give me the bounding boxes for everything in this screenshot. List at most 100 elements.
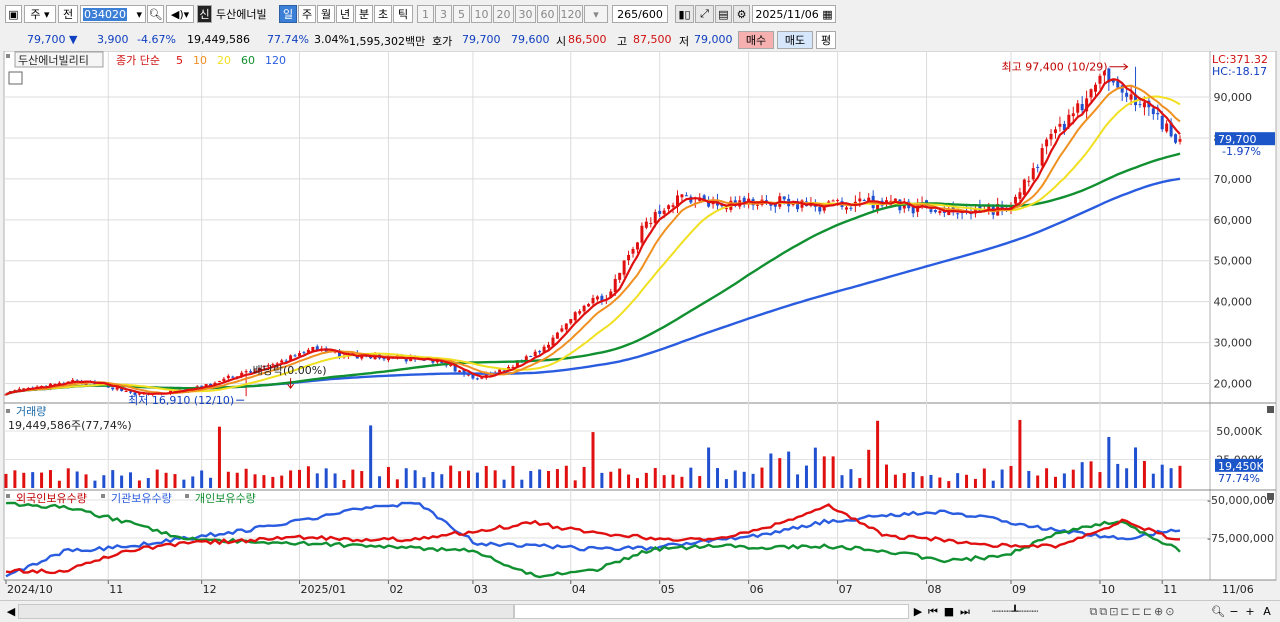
search-icon[interactable]: 🔍︎ bbox=[1211, 604, 1225, 619]
period-day[interactable]: 일 bbox=[279, 5, 297, 23]
volume-bar bbox=[742, 471, 746, 488]
candle-icon[interactable]: ▮▯ bbox=[675, 5, 694, 23]
chart-area[interactable]: 20,00030,00040,00050,00060,00070,00080,0… bbox=[0, 51, 1280, 600]
period-year[interactable]: 년 bbox=[336, 5, 354, 23]
high-label: 고 bbox=[617, 35, 628, 48]
candle-body bbox=[644, 221, 648, 228]
speaker-icon[interactable]: ◀)▾ bbox=[166, 5, 194, 23]
interval-60[interactable]: 60 bbox=[537, 5, 558, 23]
candle-body bbox=[1027, 180, 1031, 182]
forward-icon[interactable]: ⏭ bbox=[958, 604, 972, 619]
volume-bar bbox=[680, 476, 684, 488]
volume-bar bbox=[1116, 463, 1120, 488]
period-minute[interactable]: 분 bbox=[355, 5, 373, 23]
volume-last-pct: 77.74% bbox=[1218, 472, 1260, 485]
interval-120[interactable]: 120 bbox=[559, 5, 583, 23]
volume-bar bbox=[137, 480, 141, 488]
candle-body bbox=[831, 200, 835, 202]
stop-icon[interactable]: ■ bbox=[942, 604, 956, 619]
scrollbar-thumb[interactable] bbox=[514, 604, 909, 619]
candle-body bbox=[1156, 113, 1160, 115]
zoom-in-icon[interactable]: + bbox=[1244, 604, 1256, 619]
candle-body bbox=[618, 272, 622, 280]
volume-bar bbox=[840, 475, 844, 488]
zoom-slider[interactable]: ┈┈┈┸┈┈┈ bbox=[980, 604, 1050, 619]
volume-bar bbox=[1071, 469, 1075, 488]
volume-bar bbox=[644, 472, 648, 488]
candle-body bbox=[627, 254, 631, 261]
tool-icons[interactable]: ⧉⧉⊡⊏⊏⊏⊕⊙ bbox=[1058, 604, 1208, 619]
volume-bar bbox=[209, 477, 213, 488]
candle-body bbox=[640, 225, 644, 243]
window-icon[interactable]: ▣ bbox=[5, 5, 22, 23]
candle-body bbox=[938, 211, 942, 213]
period-tick[interactable]: 틱 bbox=[393, 5, 413, 23]
candle-body bbox=[849, 207, 853, 209]
volume-bar bbox=[13, 470, 17, 488]
volume-bar bbox=[111, 470, 115, 488]
scroll-left-icon[interactable]: ◀ bbox=[6, 604, 16, 619]
gear-icon[interactable]: ⚙ bbox=[733, 5, 750, 23]
save-icon[interactable]: ▤ bbox=[715, 5, 732, 23]
candle-body bbox=[933, 210, 937, 212]
interval-3[interactable]: 3 bbox=[435, 5, 452, 23]
x-tick-label: 2025/01 bbox=[301, 583, 347, 596]
volume-bar bbox=[600, 472, 604, 488]
buy-button[interactable]: 매수 bbox=[738, 31, 774, 49]
volume-bar bbox=[182, 479, 186, 488]
avg-button[interactable]: 평 bbox=[816, 31, 836, 49]
search-icon[interactable]: 🔍︎ bbox=[147, 5, 164, 23]
candle-body bbox=[1138, 104, 1142, 106]
rewind-icon[interactable]: ⏮ bbox=[926, 604, 940, 619]
volume-bar bbox=[618, 468, 622, 488]
zoom-out-icon[interactable]: − bbox=[1228, 604, 1240, 619]
volume-bar bbox=[787, 451, 791, 488]
volume-bar bbox=[938, 477, 942, 488]
holding-label-1: 기관보유수량 bbox=[111, 492, 172, 505]
period-week[interactable]: 주 bbox=[298, 5, 316, 23]
date-field[interactable]: 2025/11/06 ▦ bbox=[752, 5, 836, 23]
prev-button[interactable]: 전 bbox=[58, 5, 78, 23]
interval-30[interactable]: 30 bbox=[515, 5, 536, 23]
count-field[interactable]: 265/600 bbox=[612, 5, 668, 23]
interval-dropdown[interactable]: ▾ bbox=[584, 5, 608, 23]
y-tick-label: 60,000 bbox=[1214, 214, 1253, 227]
scrollbar-track[interactable] bbox=[18, 604, 514, 619]
interval-5[interactable]: 5 bbox=[453, 5, 470, 23]
volume-bar bbox=[1160, 464, 1164, 488]
volume-bar bbox=[831, 456, 835, 488]
candle-body bbox=[244, 371, 248, 373]
volume-bar bbox=[324, 468, 328, 488]
interval-20[interactable]: 20 bbox=[493, 5, 514, 23]
candle-body bbox=[582, 305, 586, 312]
font-size-icon[interactable]: A bbox=[1260, 604, 1274, 619]
interval-1[interactable]: 1 bbox=[417, 5, 434, 23]
volume-bar bbox=[422, 477, 426, 488]
volume-bar bbox=[164, 472, 168, 488]
x-axis: 2024/10 11 12 2025/01 02 03 04 05 06 07 08 09 10 11 11… bbox=[5, 580, 1254, 596]
volume-bar bbox=[1018, 419, 1022, 488]
period-month[interactable]: 월 bbox=[317, 5, 335, 23]
panel-close-icon bbox=[1267, 493, 1274, 500]
period-second[interactable]: 초 bbox=[374, 5, 392, 23]
interval-10[interactable]: 10 bbox=[471, 5, 492, 23]
volume-bar bbox=[289, 470, 293, 488]
mode-select[interactable]: 주 ▾ bbox=[24, 5, 56, 23]
play-icon[interactable]: ▶ bbox=[912, 604, 924, 619]
trade-amount: 1,595,302백만 bbox=[349, 35, 426, 48]
compare-icon[interactable]: ⤢ bbox=[695, 5, 714, 23]
volume-bar bbox=[129, 472, 133, 488]
stock-code-input[interactable]: 034020 ▾ bbox=[80, 5, 146, 23]
volume-bar bbox=[226, 471, 230, 488]
volume-bar bbox=[991, 480, 995, 488]
volume-bar bbox=[1098, 472, 1102, 488]
holding-label-0: 외국인보유수량 bbox=[16, 492, 87, 505]
volume-bar bbox=[635, 478, 639, 488]
sell-button[interactable]: 매도 bbox=[777, 31, 813, 49]
candle-body bbox=[475, 378, 479, 380]
volume-bar bbox=[413, 470, 417, 488]
x-tick-label: 08 bbox=[928, 583, 942, 596]
candle-body bbox=[231, 376, 235, 378]
y-tick-label: 90,000 bbox=[1214, 91, 1253, 104]
volume-bar bbox=[956, 473, 960, 488]
